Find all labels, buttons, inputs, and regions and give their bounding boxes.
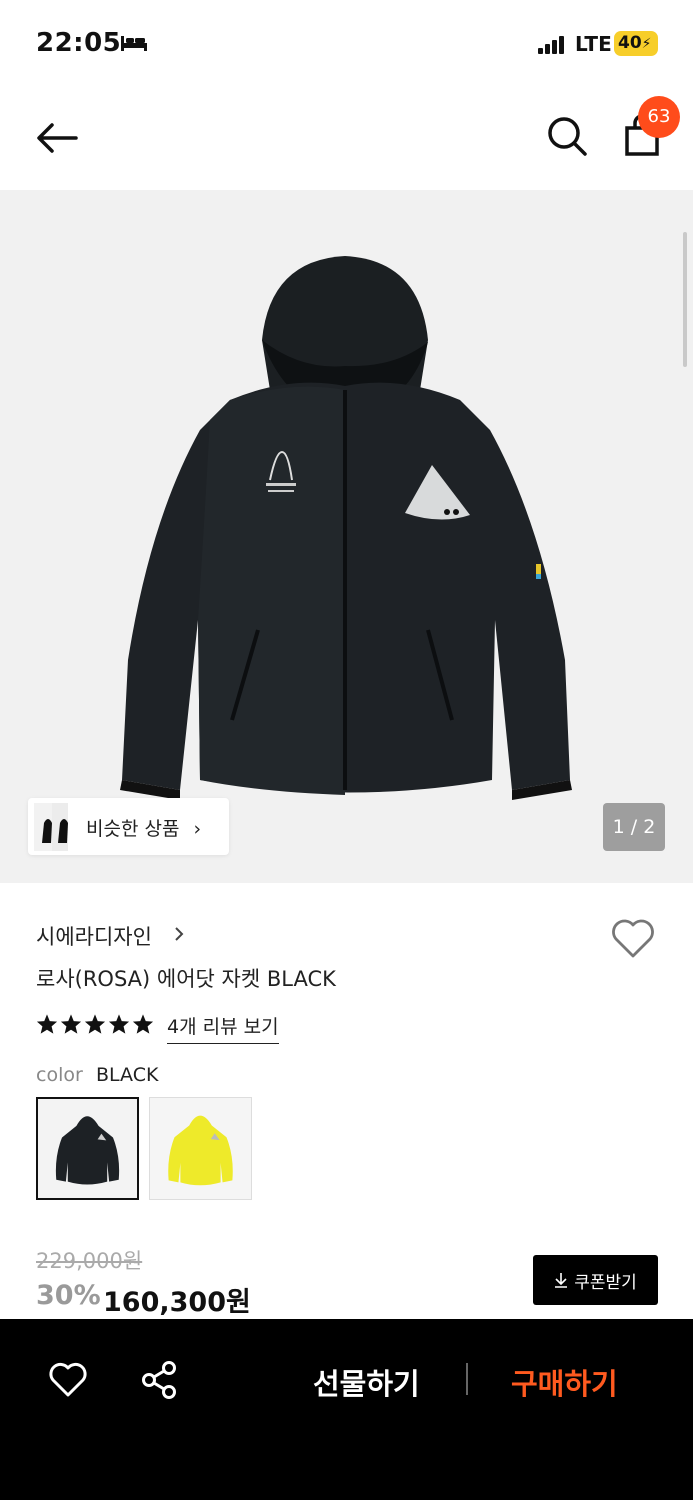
scroll-indicator [683,232,687,367]
brand-link[interactable]: 시에라디자인 [36,921,152,951]
gift-button[interactable]: 선물하기 [313,1361,420,1403]
review-link[interactable]: 4개 리뷰 보기 [167,1012,279,1044]
share-icon[interactable] [140,1360,178,1400]
download-icon [555,1273,568,1288]
similar-products-text: 비슷한 상품 [86,818,180,840]
chevron-right-icon [175,927,184,941]
color-option-yellow[interactable] [149,1097,252,1200]
similar-products-label: 비슷한 상품 › [86,814,201,841]
status-bar: 22:05 LTE 40⚡ [0,0,693,90]
cart-count-badge: 63 [638,96,680,138]
jacket-image [120,256,572,800]
star-icon [36,1014,58,1034]
back-arrow-icon[interactable] [32,118,82,158]
color-label: color [36,1064,83,1086]
star-icon [132,1014,154,1034]
status-time: 22:05 [36,28,122,58]
similar-products-button[interactable]: 비슷한 상품 › [28,798,229,855]
discount-rate: 30% [36,1280,101,1311]
product-image-gallery[interactable] [0,190,693,883]
top-navigation [0,90,693,190]
original-price: 229,000원 [36,1249,143,1273]
cellular-signal-icon [538,36,564,54]
divider [466,1363,468,1395]
yellow-jacket-thumbnail [150,1098,251,1199]
heart-icon[interactable] [610,918,656,960]
chevron-right-icon: › [193,818,202,840]
color-value: BLACK [96,1064,159,1086]
sale-price: 160,300원 [103,1287,251,1318]
buy-button[interactable]: 구매하기 [511,1361,618,1403]
product-name: 로사(ROSA) 에어닷 자켓 BLACK [36,967,336,991]
star-icon [60,1014,82,1034]
battery-indicator: 40⚡ [614,31,658,56]
coupon-download-button[interactable]: 쿠폰받기 [533,1255,658,1305]
search-icon[interactable] [545,114,589,158]
star-icon [108,1014,130,1034]
rating-stars [36,1013,154,1035]
star-icon [84,1014,106,1034]
color-option-black[interactable] [36,1097,139,1200]
similar-thumbnails [34,803,94,851]
charging-icon: ⚡ [641,36,652,52]
network-type: LTE [575,32,612,56]
image-page-counter: 1 / 2 [603,803,665,851]
bottom-action-bar: 선물하기 구매하기 [0,1319,693,1500]
sleep-mode-icon [121,36,147,51]
coupon-label: 쿠폰받기 [574,1272,637,1293]
battery-level: 40 [618,33,642,53]
heart-icon[interactable] [48,1361,88,1399]
black-jacket-thumbnail [38,1099,137,1198]
